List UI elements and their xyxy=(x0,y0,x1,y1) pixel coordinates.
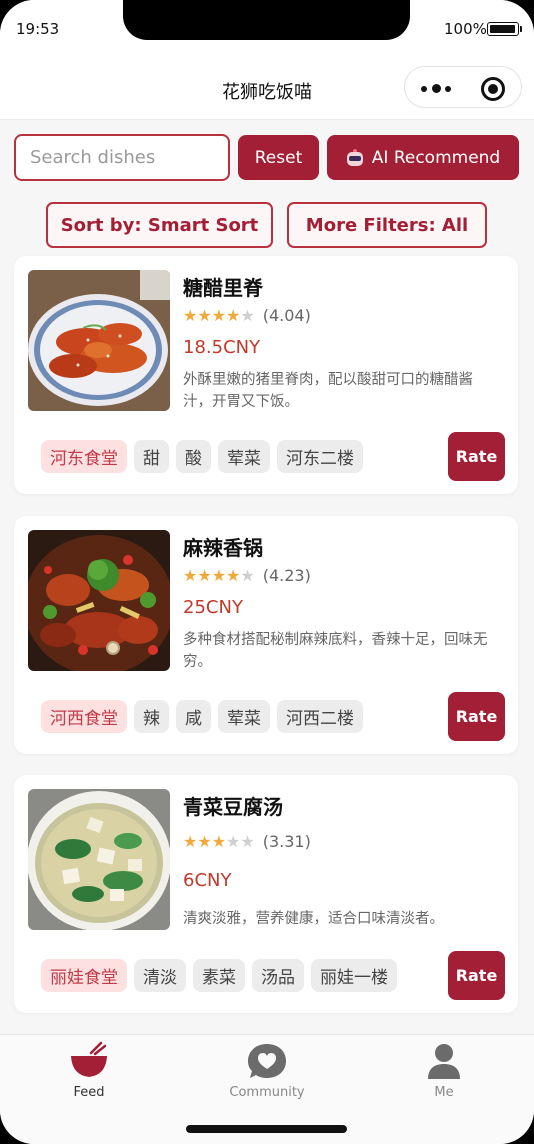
star-filled-icon: ★ xyxy=(211,306,227,325)
more-options-icon[interactable] xyxy=(421,84,453,93)
star-empty-icon: ★ xyxy=(226,832,241,851)
canteen-tag: 河西食堂 xyxy=(41,700,127,733)
rating-value: (4.04) xyxy=(262,306,311,325)
location-tag: 河东二楼 xyxy=(277,440,363,473)
star-filled-icon: ★ xyxy=(211,832,227,851)
category-tag: 荤菜 xyxy=(218,440,270,473)
star-filled-icon: ★ xyxy=(183,306,198,325)
nav-bar: 花狮吃饭喵 xyxy=(0,60,534,120)
more-filters-button[interactable]: More Filters: All xyxy=(287,202,487,248)
phone-screen: 19:53 100% 花狮吃饭喵 Reset AI Recommend Sort… xyxy=(0,0,534,1144)
reset-button[interactable]: Reset xyxy=(238,135,319,180)
dish-image xyxy=(28,789,170,930)
category-tag: 素菜 xyxy=(193,959,245,992)
search-row: Reset AI Recommend xyxy=(14,134,520,182)
dish-price: 18.5CNY xyxy=(183,337,261,358)
person-icon xyxy=(424,1041,464,1081)
rate-button[interactable]: Rate xyxy=(448,432,505,481)
rating: ★ ★ ★ ★ ★ (4.23) xyxy=(183,566,311,585)
battery-icon xyxy=(487,22,519,36)
tab-label: Feed xyxy=(73,1085,105,1100)
rate-button[interactable]: Rate xyxy=(448,951,505,1000)
star-rating-icon: ★ ★ ★ ★ ★ xyxy=(183,306,255,325)
rating-value: (3.31) xyxy=(262,832,311,851)
star-filled-icon: ★ xyxy=(226,566,241,585)
star-filled-icon: ★ xyxy=(226,306,241,325)
location-tag: 丽娃一楼 xyxy=(311,959,397,992)
dish-description: 清爽淡雅，营养健康，适合口味清淡者。 xyxy=(183,911,444,927)
rating: ★ ★ ★ ★ ★ (3.31) xyxy=(183,832,311,851)
star-filled-icon: ★ xyxy=(211,566,227,585)
battery-cap xyxy=(520,26,522,32)
star-filled-icon: ★ xyxy=(197,306,212,325)
robot-icon xyxy=(346,148,364,167)
dish-name: 糖醋里脊 xyxy=(183,276,263,300)
taste-tag: 咸 xyxy=(176,700,211,733)
star-empty-icon: ★ xyxy=(240,306,255,325)
status-bar: 19:53 100% xyxy=(0,0,534,60)
star-rating-icon: ★ ★ ★ ★ ★ xyxy=(183,832,255,851)
dish-card[interactable]: 糖醋里脊 ★ ★ ★ ★ ★ (4.04) 18.5CNY 外酥里嫩的猪里脊肉，配以酸甜… xyxy=(14,256,518,494)
star-filled-icon: ★ xyxy=(183,832,198,851)
tab-label: Me xyxy=(434,1085,454,1100)
dish-price: 25CNY xyxy=(183,597,243,618)
star-filled-icon: ★ xyxy=(183,566,198,585)
home-indicator[interactable] xyxy=(186,1125,347,1133)
star-filled-icon: ★ xyxy=(197,566,212,585)
category-tag: 荤菜 xyxy=(218,700,270,733)
canteen-tag: 河东食堂 xyxy=(41,440,127,473)
miniprogram-capsule xyxy=(404,66,522,108)
tab-me[interactable]: Me xyxy=(384,1041,504,1100)
bowl-icon xyxy=(69,1041,109,1081)
ai-recommend-button[interactable]: AI Recommend xyxy=(327,135,519,180)
notch xyxy=(123,0,410,40)
tag-list: 河东食堂 甜 酸 荤菜 河东二楼 xyxy=(41,440,370,473)
dish-image xyxy=(28,530,170,671)
dish-description: 多种食材搭配秘制麻辣底料，香辣十足，回味无穷。 xyxy=(183,632,488,670)
search-input[interactable] xyxy=(14,134,230,181)
chat-bubble-icon xyxy=(247,1041,287,1081)
canteen-tag: 丽娃食堂 xyxy=(41,959,127,992)
status-time: 19:53 xyxy=(16,20,60,38)
taste-tag: 酸 xyxy=(176,440,211,473)
ai-recommend-label: AI Recommend xyxy=(371,147,501,168)
dish-card[interactable]: 青菜豆腐汤 ★ ★ ★ ★ ★ (3.31) 6CNY 清爽淡雅，营养健康，适合口味清淡… xyxy=(14,775,518,1013)
filter-row: Sort by: Smart Sort More Filters: All xyxy=(46,202,488,249)
dish-card[interactable]: 麻辣香锅 ★ ★ ★ ★ ★ (4.23) 25CNY 多种食材搭配秘制麻辣底料，香辣十… xyxy=(14,516,518,754)
battery-percent: 100% xyxy=(444,20,487,38)
star-empty-icon: ★ xyxy=(240,832,255,851)
tag-list: 丽娃食堂 清淡 素菜 汤品 丽娃一楼 xyxy=(41,959,404,992)
taste-tag: 清淡 xyxy=(134,959,186,992)
tab-label: Community xyxy=(229,1085,305,1100)
location-tag: 河西二楼 xyxy=(277,700,363,733)
dish-description: 外酥里嫩的猪里脊肉，配以酸甜可口的糖醋酱汁，开胃又下饭。 xyxy=(183,372,473,410)
close-miniprogram-icon[interactable] xyxy=(481,77,505,101)
dish-name: 青菜豆腐汤 xyxy=(183,795,283,819)
taste-tag: 甜 xyxy=(134,440,169,473)
rate-button[interactable]: Rate xyxy=(448,692,505,741)
dish-price: 6CNY xyxy=(183,870,232,891)
taste-tag: 辣 xyxy=(134,700,169,733)
dish-name: 麻辣香锅 xyxy=(183,536,263,560)
rating: ★ ★ ★ ★ ★ (4.04) xyxy=(183,306,311,325)
rating-value: (4.23) xyxy=(262,566,311,585)
sort-button[interactable]: Sort by: Smart Sort xyxy=(46,202,273,248)
star-filled-icon: ★ xyxy=(197,832,212,851)
tab-feed[interactable]: Feed xyxy=(29,1041,149,1100)
tab-community[interactable]: Community xyxy=(207,1041,327,1100)
star-rating-icon: ★ ★ ★ ★ ★ xyxy=(183,566,255,585)
star-empty-icon: ★ xyxy=(240,566,255,585)
category-tag: 汤品 xyxy=(252,959,304,992)
dish-image xyxy=(28,270,170,411)
tag-list: 河西食堂 辣 咸 荤菜 河西二楼 xyxy=(41,700,370,733)
